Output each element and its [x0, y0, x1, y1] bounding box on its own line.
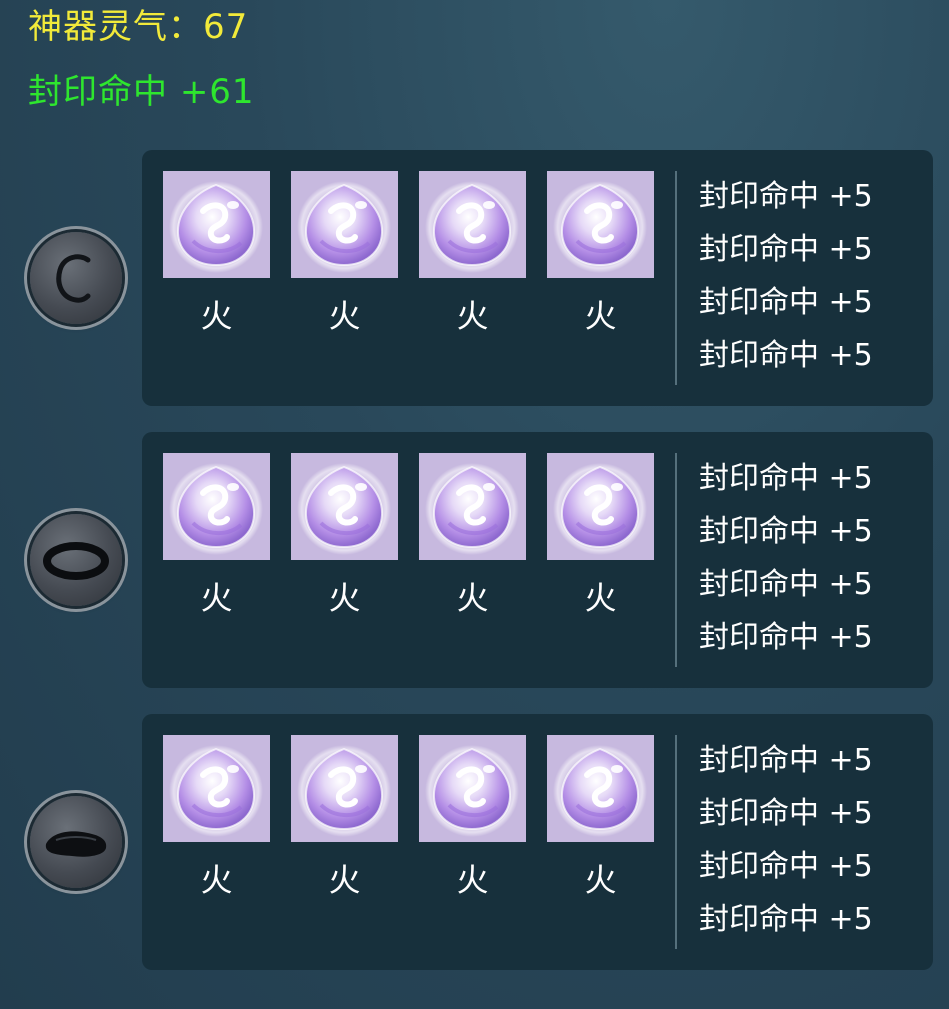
gem-panel: 火火火火封印命中 +5 封印命中 +5 封印命中 +5 封印命中 +5	[142, 432, 933, 688]
seal-hit-stat: 封印命中 +5	[699, 232, 873, 267]
purple-gem-icon[interactable]	[291, 735, 398, 842]
seal-hit-stat: 封印命中 +5	[699, 461, 873, 496]
artifact-spirit-label: 神器灵气：	[28, 7, 203, 47]
gem-element-label: 火	[328, 579, 361, 617]
bracelet-icon[interactable]	[30, 514, 122, 606]
seal-hit-stat: 封印命中 +5	[699, 796, 873, 831]
purple-gem-icon[interactable]	[163, 735, 270, 842]
seal-hit-stat: 封印命中 +5	[699, 743, 873, 778]
seal-hit-stat: 封印命中 +5	[699, 620, 873, 655]
purple-gem-icon[interactable]	[547, 453, 654, 560]
seal-hit-total-label: 封印命中	[28, 72, 168, 112]
seal-hit-stat: 封印命中 +5	[699, 849, 873, 884]
gem-element-label: 火	[328, 861, 361, 899]
gem-element-label: 火	[328, 297, 361, 335]
panel-divider	[675, 735, 677, 949]
purple-gem-icon[interactable]	[419, 453, 526, 560]
seal-hit-total-value: +61	[179, 72, 255, 112]
panel-divider	[675, 171, 677, 385]
artifact-spirit-line: 神器灵气：67	[28, 10, 248, 44]
artifact-spirit-value: 67	[203, 7, 249, 47]
gem-element-label: 火	[200, 297, 233, 335]
gem-group: 火火火火封印命中 +5 封印命中 +5 封印命中 +5 封印命中 +5	[0, 432, 949, 688]
gem-panel: 火火火火封印命中 +5 封印命中 +5 封印命中 +5 封印命中 +5	[142, 150, 933, 406]
gem-group: 火火火火封印命中 +5 封印命中 +5 封印命中 +5 封印命中 +5	[0, 714, 949, 970]
gem-group: 火火火火封印命中 +5 封印命中 +5 封印命中 +5 封印命中 +5	[0, 150, 949, 406]
seal-hit-stat: 封印命中 +5	[699, 338, 873, 373]
purple-gem-icon[interactable]	[547, 171, 654, 278]
seal-hit-stat: 封印命中 +5	[699, 285, 873, 320]
gem-panel: 火火火火封印命中 +5 封印命中 +5 封印命中 +5 封印命中 +5	[142, 714, 933, 970]
seal-hit-stat: 封印命中 +5	[699, 567, 873, 602]
seal-hit-total-line: 封印命中 +61	[28, 75, 255, 109]
purple-gem-icon[interactable]	[163, 171, 270, 278]
gem-element-label: 火	[456, 579, 489, 617]
dark-stone-icon[interactable]	[30, 796, 122, 888]
seal-hit-stat: 封印命中 +5	[699, 179, 873, 214]
purple-gem-icon[interactable]	[419, 735, 526, 842]
seal-hit-stat: 封印命中 +5	[699, 902, 873, 937]
ring-c-icon[interactable]	[30, 232, 122, 324]
purple-gem-icon[interactable]	[419, 171, 526, 278]
gem-element-label: 火	[200, 861, 233, 899]
panel-divider	[675, 453, 677, 667]
gem-element-label: 火	[456, 861, 489, 899]
gem-element-label: 火	[584, 579, 617, 617]
purple-gem-icon[interactable]	[163, 453, 270, 560]
purple-gem-icon[interactable]	[547, 735, 654, 842]
gem-element-label: 火	[584, 297, 617, 335]
gem-element-label: 火	[200, 579, 233, 617]
purple-gem-icon[interactable]	[291, 453, 398, 560]
seal-hit-stat: 封印命中 +5	[699, 514, 873, 549]
purple-gem-icon[interactable]	[291, 171, 398, 278]
gem-element-label: 火	[456, 297, 489, 335]
gem-element-label: 火	[584, 861, 617, 899]
